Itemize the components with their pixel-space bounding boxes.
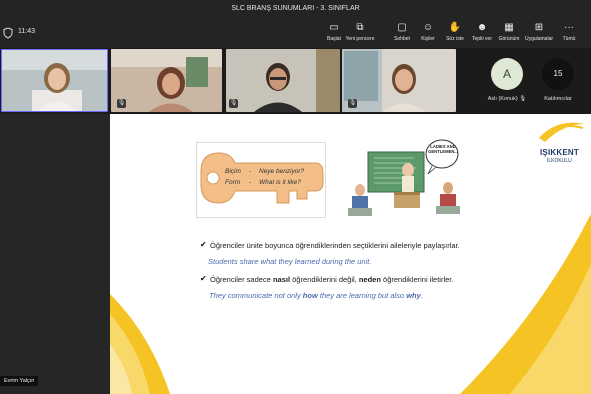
bullet-2-en-why: why: [406, 291, 421, 300]
reaction-label: Tepki ver: [471, 36, 492, 42]
people-label: Kişiler: [421, 36, 435, 42]
key-line2-text: What is it like?: [259, 179, 301, 186]
mic-muted-icon: 🎙: [348, 99, 357, 108]
bullet-1-turkish: Öğrenciler ünite boyunca öğrendiklerinde…: [210, 241, 460, 250]
avatar: A: [491, 58, 523, 90]
presenter-name-tag: Evrim Yalçın: [0, 376, 39, 386]
participants-overflow[interactable]: 15 Katılımcılar: [533, 58, 583, 102]
apps-icon: ⊞: [534, 22, 544, 33]
key-line2-label: Form: [225, 179, 241, 186]
participant-video: [226, 49, 340, 112]
classroom-cartoon: LADIES AND GENTLEMEN...: [344, 136, 464, 224]
video-gallery: 🎙 🎙 🎙 A Aslı (Konuk) 🎙 15 Katılımcılar: [0, 48, 591, 114]
participant-video: [342, 49, 456, 112]
start-label: Başlat: [327, 36, 341, 42]
school-logo-name: IŞIKKENT: [540, 148, 579, 157]
bullet-2-en-a: They communicate not only: [209, 291, 303, 300]
school-logo-sub: İLKOKULU: [547, 158, 572, 164]
new-window-label: Yeni pencere: [345, 36, 375, 42]
bullet-1-english: Students share what they learned during …: [208, 257, 372, 266]
key-line1-label: Biçim: [225, 168, 241, 175]
mic-muted-icon: 🎙: [229, 99, 238, 108]
key-graphic: Biçim - Neye benziyor? Form - What is it…: [196, 142, 326, 218]
side-pane: [0, 114, 110, 394]
view-label: Görünüm: [498, 36, 520, 42]
shield-icon: [3, 27, 13, 39]
more-button[interactable]: ··· Tümü: [553, 20, 585, 42]
bullet-2-nasil: nasıl: [272, 275, 291, 284]
more-icon: ···: [564, 22, 574, 33]
video-tile-2[interactable]: 🎙: [111, 49, 222, 112]
video-tile-presenter[interactable]: [1, 49, 108, 112]
key-line2-dash: -: [249, 179, 252, 186]
video-tile-3[interactable]: 🎙: [226, 49, 340, 112]
bullet-2-en-c: they are learning but also: [317, 291, 407, 300]
chat-label: Sohbet: [394, 36, 410, 42]
mic-muted-icon: 🎙: [519, 96, 527, 102]
participant-guest[interactable]: A Aslı (Konuk) 🎙: [482, 58, 532, 102]
participant-video: [2, 50, 107, 111]
key-line1-text: Neye benziyor?: [259, 168, 305, 175]
participant-guest-name: Aslı (Konuk): [487, 96, 518, 102]
bullet-2-part-e: öğrendiklerini iletirler.: [380, 275, 454, 284]
shared-slide: IŞIKKENT İLKOKULU Biçim - Neye benziyor?…: [110, 114, 591, 394]
participant-video: [111, 49, 222, 112]
bullet-2-neden: neden: [358, 275, 381, 284]
meeting-timer: 11:43: [18, 28, 35, 35]
mic-muted-icon: 🎙: [117, 99, 126, 108]
participant-count-label: Katılımcılar: [544, 96, 572, 102]
new-window-icon: ⧉: [356, 22, 364, 33]
meeting-toolbar: 11:43 ▭ Başlat ⧉ Yeni pencere ▢ Sohbet ☺…: [0, 18, 591, 48]
view-button[interactable]: ▦ Görünüm: [493, 20, 525, 42]
view-icon: ▦: [504, 22, 514, 33]
bullet-2-part-c: öğrendiklerini değil,: [290, 275, 359, 284]
speech-bubble-text: LADIES AND GENTLEMEN...: [428, 144, 458, 154]
new-window-button[interactable]: ⧉ Yeni pencere: [344, 20, 376, 42]
check-icon: ✔: [200, 240, 207, 249]
bullet-2-turkish: Öğrenciler sadece nasıl öğrendiklerini d…: [210, 275, 453, 284]
check-icon: ✔: [200, 274, 207, 283]
video-tile-4[interactable]: 🎙: [342, 49, 456, 112]
apps-label: Uygulamalar: [524, 36, 554, 42]
bullet-2-en-how: how: [302, 291, 318, 300]
window-title: SLC BRANŞ SUNUMLARI - 3. SINIFLAR: [0, 0, 591, 18]
apps-button[interactable]: ⊞ Uygulamalar: [523, 20, 555, 42]
raise-hand-label: Söz iste: [446, 36, 464, 42]
bullet-2-part-a: Öğrenciler sadece: [210, 275, 273, 284]
more-label: Tümü: [562, 36, 576, 42]
key-line1-dash: -: [249, 168, 252, 175]
bullet-2-english: They communicate not only how they are l…: [209, 291, 423, 300]
bullet-2-en-e: .: [420, 291, 423, 300]
school-logo-swoosh: [539, 122, 585, 142]
participant-count: 15: [542, 58, 574, 90]
